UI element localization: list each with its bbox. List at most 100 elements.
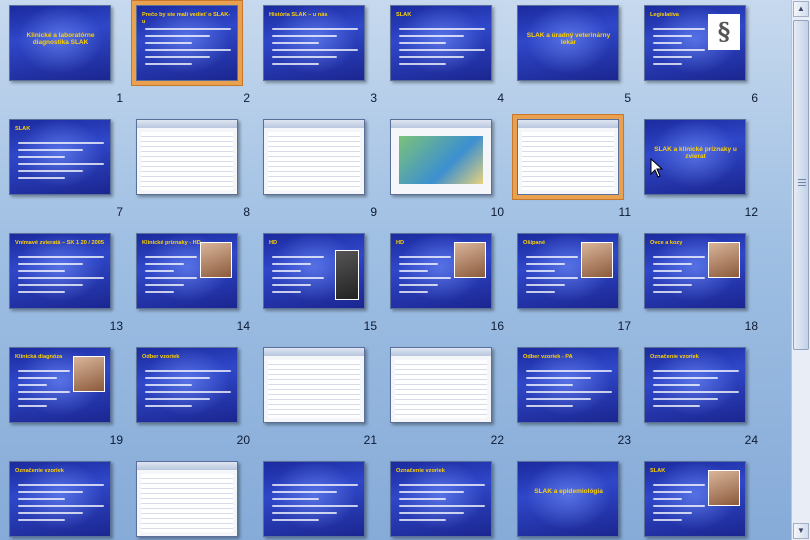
- text-line: [653, 484, 705, 486]
- slide-thumbnail[interactable]: Označenie vzoriek: [9, 461, 111, 537]
- slide-thumbnail[interactable]: HD: [263, 233, 365, 309]
- text-line: [526, 256, 578, 258]
- slide-thumbnail[interactable]: Ovce a kozy: [644, 233, 746, 309]
- text-line: [653, 277, 705, 279]
- text-line: [526, 284, 565, 286]
- slide-thumbnail[interactable]: Označenie vzoriek: [644, 347, 746, 423]
- text-line: [653, 28, 705, 30]
- text-line: [399, 35, 464, 37]
- text-line: [653, 384, 701, 386]
- text-line: [18, 484, 104, 486]
- slide-number: 14: [236, 319, 250, 333]
- slide-thumbnail[interactable]: SLAK: [390, 5, 492, 81]
- text-line: [653, 505, 705, 507]
- text-line: [653, 49, 705, 51]
- slide-body-text: [653, 28, 705, 70]
- text-line: [145, 291, 174, 293]
- slide-thumbnail[interactable]: Klinické a laboratórne diagnostika SLAK: [9, 5, 111, 81]
- screenshot-titlebar: [264, 120, 364, 128]
- slide-body-text: [399, 256, 451, 298]
- slide-thumbnail[interactable]: HD: [390, 233, 492, 309]
- slide-thumbnail[interactable]: Klinická diagnóza: [9, 347, 111, 423]
- text-line: [653, 377, 718, 379]
- slide-thumbnail[interactable]: SLAK a klinické príznaky u zvierat: [644, 119, 746, 195]
- slide-thumbnail[interactable]: SLAK a úradný veterinárny lekár: [517, 5, 619, 81]
- slide-number: 5: [624, 91, 631, 105]
- text-line: [145, 256, 197, 258]
- slide-thumbnail[interactable]: [390, 347, 492, 423]
- slide-thumbnail[interactable]: [513, 115, 623, 199]
- slide-thumbnail[interactable]: SLAK a epidemiológia: [517, 461, 619, 537]
- slide-photo: [708, 470, 740, 506]
- text-line: [653, 512, 692, 514]
- text-line: [526, 398, 591, 400]
- text-line: [18, 263, 83, 265]
- slide-thumbnail[interactable]: SLAK: [9, 119, 111, 195]
- slide-body-text: [526, 256, 578, 298]
- slide-number: 16: [490, 319, 504, 333]
- slide-thumbnail[interactable]: [263, 119, 365, 195]
- slide-number: 2: [243, 91, 250, 105]
- scroll-thumb[interactable]: [793, 20, 809, 350]
- text-line: [272, 498, 320, 500]
- text-line: [145, 28, 231, 30]
- slide-number: 17: [617, 319, 631, 333]
- screenshot-titlebar: [137, 120, 237, 128]
- text-line: [399, 56, 464, 58]
- slide-thumbnail[interactable]: Odber vzoriek - PA: [517, 347, 619, 423]
- slide-title: Prečo by ste mali vedieť o SLAK-u: [142, 12, 231, 25]
- slide-thumbnail[interactable]: Legislatíva §: [644, 5, 746, 81]
- slide-thumbnail[interactable]: História SLAK – u nás: [263, 5, 365, 81]
- screenshot-titlebar: [391, 120, 491, 128]
- text-line: [399, 519, 447, 521]
- text-line: [399, 256, 451, 258]
- slide-thumbnail[interactable]: Odber vzoriek: [136, 347, 238, 423]
- screenshot-content: [268, 132, 360, 190]
- text-line: [653, 519, 682, 521]
- slide-number: 23: [617, 433, 631, 447]
- text-line: [399, 277, 451, 279]
- text-line: [653, 291, 682, 293]
- slide-body-text: [145, 370, 231, 412]
- slide-sorter[interactable]: Klinické a laboratórne diagnostika SLAK 1…: [0, 0, 792, 540]
- text-line: [526, 384, 574, 386]
- text-line: [272, 263, 311, 265]
- text-line: [399, 284, 438, 286]
- slide-thumbnail[interactable]: [263, 347, 365, 423]
- text-line: [18, 519, 66, 521]
- slide-body-text: [18, 142, 104, 184]
- text-line: [18, 163, 104, 165]
- text-line: [18, 291, 66, 293]
- slide-thumbnail[interactable]: [136, 461, 238, 537]
- slide-thumbnail[interactable]: Ošípané: [517, 233, 619, 309]
- slide-thumbnail[interactable]: [263, 461, 365, 537]
- text-line: [145, 63, 193, 65]
- slide-body-text: [18, 484, 104, 526]
- scroll-up-button[interactable]: ▲: [793, 1, 809, 17]
- vertical-scrollbar[interactable]: ▲ ▼: [791, 0, 810, 540]
- slide-thumbnail[interactable]: [390, 119, 492, 195]
- text-line: [272, 484, 358, 486]
- text-line: [653, 391, 739, 393]
- text-line: [18, 505, 104, 507]
- text-line: [145, 49, 231, 51]
- slide-title: HD: [269, 240, 278, 246]
- text-line: [272, 291, 301, 293]
- slide-thumbnail[interactable]: Označenie vzoriek: [390, 461, 492, 537]
- text-line: [145, 377, 210, 379]
- slide-body-text: [145, 256, 197, 298]
- text-line: [399, 270, 428, 272]
- text-line: [653, 405, 701, 407]
- text-line: [526, 377, 591, 379]
- slide-number: 8: [243, 205, 250, 219]
- text-line: [18, 398, 57, 400]
- scroll-down-button[interactable]: ▼: [793, 523, 809, 539]
- text-line: [653, 370, 739, 372]
- scroll-thumb-grip: [798, 182, 806, 183]
- slide-thumbnail[interactable]: Klinické príznaky - HD: [136, 233, 238, 309]
- slide-thumbnail[interactable]: Vnímavé zvieratá – SK 1 20 / 2005: [9, 233, 111, 309]
- slide-title: Klinické a laboratórne diagnostika SLAK: [26, 32, 95, 46]
- slide-thumbnail[interactable]: SLAK: [644, 461, 746, 537]
- slide-thumbnail[interactable]: [136, 119, 238, 195]
- slide-thumbnail[interactable]: Prečo by ste mali vedieť o SLAK-u: [132, 1, 242, 85]
